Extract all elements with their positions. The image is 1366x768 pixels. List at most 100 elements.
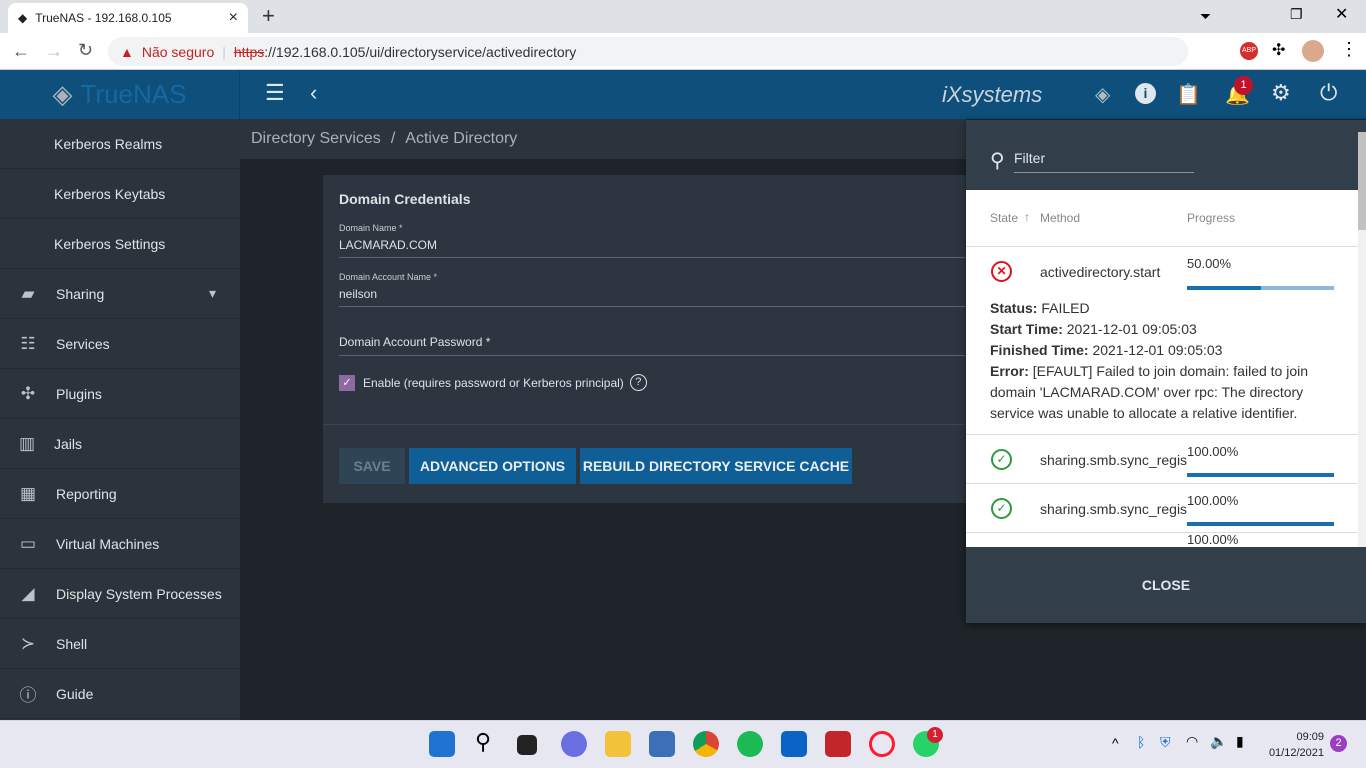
profile-avatar[interactable] — [1302, 40, 1324, 62]
progress-bar — [1187, 522, 1334, 526]
forward-button[interactable]: → — [45, 41, 63, 62]
warning-icon: ▲ — [120, 43, 134, 60]
sidebar-item-virtual-machines[interactable]: ▭ Virtual Machines — [0, 519, 240, 569]
terminal-icon: ≻ — [20, 633, 36, 653]
defender-icon[interactable]: ⛨ — [1160, 734, 1171, 751]
enable-checkbox[interactable]: ✓ — [339, 374, 355, 391]
browser-menu-icon[interactable]: ⋮ — [1340, 39, 1358, 60]
browser-tab-strip: ◆ TrueNAS - 192.168.0.105 × + ⏷ ❐ ✕ — [0, 0, 1366, 33]
help-icon[interactable]: ? — [629, 374, 647, 391]
sidebar-item-display-system-processes[interactable]: ◢ Display System Processes — [0, 569, 240, 619]
battery-icon[interactable]: ▮ — [1236, 733, 1244, 750]
enable-checkbox-row[interactable]: ✓ Enable (requires password or Kerberos … — [339, 374, 647, 391]
table-row[interactable]: ✓ sharing.smb.sync_regis 100.00% — [966, 484, 1358, 533]
col-progress: Progress — [1187, 211, 1236, 225]
sidebar-item-kerberos-keytabs[interactable]: Kerberos Keytabs — [0, 169, 240, 219]
advanced-options-button[interactable]: ADVANCED OPTIONS — [409, 448, 576, 484]
sidebar-item-reporting[interactable]: ▦ Reporting — [0, 469, 240, 519]
domain-name-field[interactable]: Domain Name * LACMARAD.COM — [339, 223, 966, 258]
sidebar-item-guide[interactable]: ⓘ Guide — [0, 669, 240, 719]
settings-gear-icon[interactable]: ⚙ — [1271, 80, 1291, 106]
sidebar-item-jails[interactable]: ▥ Jails — [0, 419, 240, 469]
address-bar-row: ← → ↻ ▲ Não seguro | https ://192.168.0.… — [0, 33, 1366, 70]
chrome-icon[interactable] — [693, 731, 719, 757]
domain-account-password-field[interactable]: Domain Account Password * — [339, 335, 966, 356]
process-icon: ◢ — [21, 583, 35, 603]
volume-icon[interactable]: 🔈 — [1210, 733, 1227, 750]
app-header: ◈ TrueNAS ☰ ‹ iXsystems ◈ i 📋 🔔 1 ⚙ ⏻ — [0, 70, 1366, 119]
sidebar: Kerberos Realms Kerberos Keytabs Kerbero… — [0, 119, 240, 720]
success-icon: ✓ — [991, 449, 1012, 470]
clock[interactable]: 09:09 01/12/2021 — [1262, 729, 1324, 761]
outlook-icon[interactable] — [781, 731, 807, 757]
close-window-button[interactable]: ✕ — [1335, 4, 1348, 24]
sidebar-item-kerberos-realms[interactable]: Kerberos Realms — [0, 119, 240, 169]
sidebar-item-shell[interactable]: ≻ Shell — [0, 619, 240, 669]
reload-button[interactable]: ↻ — [78, 40, 93, 61]
info-icon[interactable]: i — [1135, 83, 1156, 104]
sidebar-item-plugins[interactable]: ✣ Plugins — [0, 369, 240, 419]
collapse-chevron-icon[interactable]: ‹ — [310, 80, 317, 106]
tasks-clipboard-icon[interactable]: 📋 — [1176, 82, 1201, 107]
scrollbar-thumb[interactable] — [1358, 132, 1366, 230]
whatsapp-badge: 1 — [927, 727, 943, 743]
puzzle-icon: ✣ — [20, 383, 36, 403]
chevron-up-icon[interactable]: ^ — [1112, 735, 1119, 751]
sidebar-item-sharing[interactable]: ▰ Sharing ▾ — [0, 269, 240, 319]
extensions-icon[interactable]: ✣ — [1272, 40, 1285, 60]
rebuild-cache-button[interactable]: REBUILD DIRECTORY SERVICE CACHE — [580, 448, 852, 484]
table-row[interactable]: 100.00% — [966, 533, 1358, 547]
col-method[interactable]: Method — [1040, 211, 1080, 225]
sidebar-item-services[interactable]: ☷ Services — [0, 319, 240, 369]
truenas-logo[interactable]: ◈ TrueNAS — [0, 70, 240, 119]
notification-center-badge[interactable]: 2 — [1330, 735, 1347, 752]
scrollbar-track[interactable] — [1358, 230, 1366, 547]
truenas-favicon-icon: ◆ — [18, 11, 28, 25]
bluetooth-icon[interactable]: ᛒ — [1137, 734, 1145, 750]
new-tab-button[interactable]: + — [262, 3, 275, 29]
sliders-icon: ☷ — [20, 333, 36, 353]
close-tab-button[interactable]: × — [229, 9, 238, 27]
jobs-table: State ↑ Method Progress ✕ activedirector… — [966, 190, 1358, 547]
insecure-label[interactable]: Não seguro — [142, 44, 214, 60]
wifi-icon[interactable]: ◠ — [1186, 733, 1198, 750]
table-row[interactable]: ✓ sharing.smb.sync_regis 100.00% — [966, 435, 1358, 484]
chart-icon: ▦ — [19, 483, 37, 503]
truecommand-icon[interactable]: ◈ — [1095, 82, 1110, 107]
opera-icon[interactable] — [869, 731, 895, 757]
close-button[interactable]: CLOSE — [966, 547, 1366, 623]
sidebar-item-kerberos-settings[interactable]: Kerberos Settings — [0, 219, 240, 269]
laptop-icon: ▭ — [19, 533, 37, 553]
task-view-icon[interactable] — [517, 735, 537, 755]
power-icon[interactable]: ⏻ — [1320, 80, 1337, 106]
info-icon: ⓘ — [19, 686, 37, 705]
ixsystems-logo[interactable]: iXsystems — [942, 82, 1042, 108]
chat-icon[interactable] — [561, 731, 587, 757]
filter-input[interactable]: Filter — [1014, 148, 1194, 173]
search-icon[interactable]: ⚲ — [475, 729, 491, 755]
tab-title: TrueNAS - 192.168.0.105 — [35, 11, 172, 25]
domain-account-name-field[interactable]: Domain Account Name * neilson — [339, 272, 966, 307]
back-button[interactable]: ← — [12, 41, 30, 62]
card-title: Domain Credentials — [339, 191, 471, 207]
search-icon: ⚲ — [990, 150, 1005, 172]
file-explorer-icon[interactable] — [605, 731, 631, 757]
spotify-icon[interactable] — [737, 731, 763, 757]
adblock-icon[interactable]: ABP — [1240, 42, 1258, 60]
url-bar[interactable]: ▲ Não seguro | https ://192.168.0.105/ui… — [108, 37, 1188, 66]
breadcrumb-active-directory: Active Directory — [405, 130, 518, 147]
filezilla-icon[interactable] — [825, 731, 851, 757]
breadcrumb-directory-services[interactable]: Directory Services — [251, 130, 381, 148]
browser-tab[interactable]: ◆ TrueNAS - 192.168.0.105 × — [8, 3, 248, 33]
folder-share-icon: ▰ — [21, 283, 35, 303]
sort-arrow-up-icon: ↑ — [1024, 210, 1030, 224]
network-app-icon[interactable] — [649, 731, 675, 757]
progress-bar — [1187, 473, 1334, 477]
start-icon[interactable] — [429, 731, 455, 757]
save-button[interactable]: SAVE — [339, 448, 405, 484]
col-state[interactable]: State — [990, 211, 1018, 225]
restore-window-button[interactable]: ❐ — [1290, 6, 1303, 23]
table-row[interactable]: ✕ activedirectory.start 50.00% Status: F… — [966, 247, 1358, 435]
menu-toggle-icon[interactable]: ☰ — [265, 80, 285, 106]
tab-search-icon[interactable]: ⏷ — [1200, 8, 1211, 25]
